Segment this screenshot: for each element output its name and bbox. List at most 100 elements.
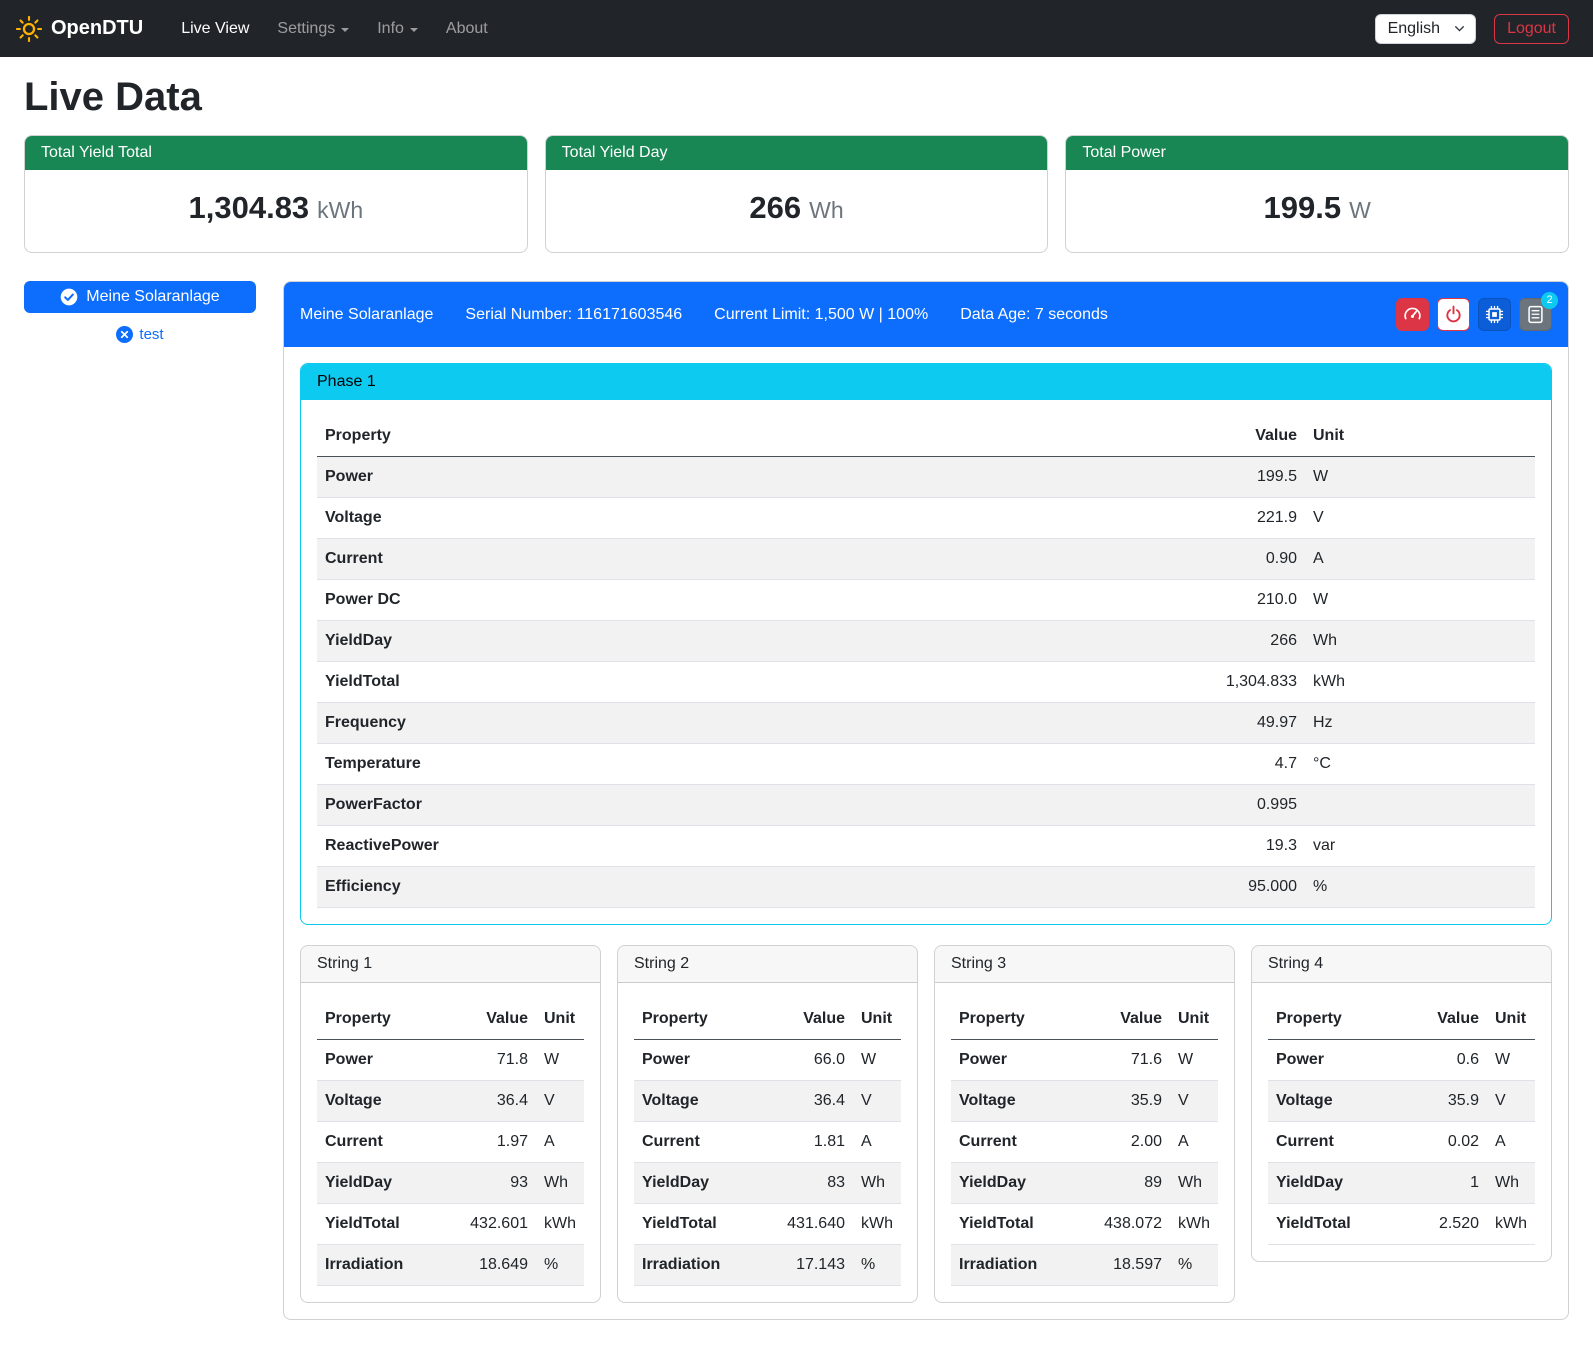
table-row: YieldTotal431.640kWh [634,1204,901,1245]
summary-value: 199.5 [1264,190,1342,225]
column-header-unit: Unit [1305,416,1535,457]
language-select[interactable]: English [1375,14,1476,44]
inverter-list-item-test[interactable]: test [24,326,256,343]
string-table: Property Value Unit Power66.0WVoltage36.… [634,999,901,1286]
column-header-unit: Unit [853,999,901,1040]
row-value: 2.00 [1096,1122,1170,1163]
inverter-item-label: test [139,326,163,343]
row-property: ReactivePower [317,826,1170,867]
row-value: 210.0 [1170,580,1305,621]
row-value: 93 [462,1163,536,1204]
table-row: YieldDay1Wh [1268,1163,1535,1204]
column-header-property: Property [1268,999,1415,1040]
column-header-value: Value [462,999,536,1040]
phase-table: Property Value Unit Power199.5WVoltage22… [317,416,1535,908]
table-row: Power0.6W [1268,1040,1535,1081]
string-card-title: String 3 [935,946,1234,983]
page-content: Live Data Total Yield Total 1,304.83kWh … [0,57,1593,1344]
column-header-value: Value [1415,999,1487,1040]
column-header-property: Property [634,999,779,1040]
device-info-button[interactable] [1478,298,1511,331]
string-table: Property Value Unit Power71.8WVoltage36.… [317,999,584,1286]
sun-icon [16,16,42,42]
page-title: Live Data [24,73,1569,121]
row-value: 71.8 [462,1040,536,1081]
row-unit: % [853,1245,901,1286]
row-unit: W [1170,1040,1218,1081]
table-row: YieldDay83Wh [634,1163,901,1204]
row-property: YieldDay [317,1163,462,1204]
row-value: 19.3 [1170,826,1305,867]
row-property: Power [634,1040,779,1081]
row-unit: Wh [1487,1163,1535,1204]
row-value: 18.597 [1096,1245,1170,1286]
row-value: 35.9 [1415,1081,1487,1122]
row-unit: kWh [1487,1204,1535,1245]
brand-link[interactable]: OpenDTU [16,16,143,42]
nav-item-label: Settings [277,20,335,38]
row-value: 71.6 [1096,1040,1170,1081]
nav-item-info[interactable]: Info [363,12,432,46]
row-property: Voltage [951,1081,1096,1122]
table-row: YieldDay89Wh [951,1163,1218,1204]
row-value: 0.02 [1415,1122,1487,1163]
nav-item-label: About [446,20,488,38]
summary-card-total-yield-day: Total Yield Day 266Wh [545,135,1049,253]
row-unit: var [1305,826,1535,867]
logout-button[interactable]: Logout [1494,14,1569,44]
row-value: 17.143 [779,1245,853,1286]
x-circle-icon[interactable] [116,326,133,343]
summary-unit: W [1349,197,1371,223]
row-value: 89 [1096,1163,1170,1204]
inverter-select-button[interactable]: Meine Solaranlage [24,281,256,313]
table-row: PowerFactor0.995 [317,785,1535,826]
inverter-serial: Serial Number: 116171603546 [465,306,682,324]
phase-card-body: Property Value Unit Power199.5WVoltage22… [301,400,1551,908]
table-row: Temperature4.7°C [317,744,1535,785]
limit-settings-button[interactable] [1396,298,1429,331]
row-unit [1305,785,1535,826]
row-value: 35.9 [1096,1081,1170,1122]
row-unit: V [1305,498,1535,539]
row-unit: Hz [1305,703,1535,744]
row-value: 4.7 [1170,744,1305,785]
event-log-button[interactable]: 2 [1519,298,1552,331]
table-row: Current1.97A [317,1122,584,1163]
table-row: Voltage36.4V [634,1081,901,1122]
row-property: PowerFactor [317,785,1170,826]
row-property: YieldTotal [317,1204,462,1245]
column-header-property: Property [317,416,1170,457]
row-value: 431.640 [779,1204,853,1245]
row-value: 199.5 [1170,457,1305,498]
inverter-actions: 2 [1396,298,1552,331]
row-value: 432.601 [462,1204,536,1245]
table-row: YieldTotal1,304.833kWh [317,662,1535,703]
summary-card-body: 199.5 W [1066,170,1568,252]
row-property: Power [317,1040,462,1081]
row-value: 221.9 [1170,498,1305,539]
language-select-value: English [1388,20,1440,38]
inverter-card-header: Meine Solaranlage Serial Number: 1161716… [284,282,1568,347]
table-row: Frequency49.97Hz [317,703,1535,744]
row-property: YieldTotal [951,1204,1096,1245]
power-settings-button[interactable] [1437,298,1470,331]
inverter-card: Meine Solaranlage Serial Number: 1161716… [283,281,1569,1320]
table-header-row: Property Value Unit [317,999,584,1040]
row-unit: W [853,1040,901,1081]
row-property: Current [634,1122,779,1163]
row-unit: V [1487,1081,1535,1122]
navbar-right: English Logout [1375,14,1569,44]
nav-item-settings[interactable]: Settings [263,12,363,46]
summary-card-title: Total Yield Day [546,136,1048,170]
row-unit: A [536,1122,584,1163]
strings-row: String 1 Property Value Unit Power71.8WV… [300,945,1552,1303]
table-row: Power199.5W [317,457,1535,498]
summary-card-body: 266Wh [546,170,1048,252]
row-unit: kWh [1305,662,1535,703]
row-value: 0.90 [1170,539,1305,580]
nav-item-live-view[interactable]: Live View [167,12,263,46]
row-value: 83 [779,1163,853,1204]
table-header-row: Property Value Unit [1268,999,1535,1040]
string-card-title: String 4 [1252,946,1551,983]
nav-item-about[interactable]: About [432,12,502,46]
